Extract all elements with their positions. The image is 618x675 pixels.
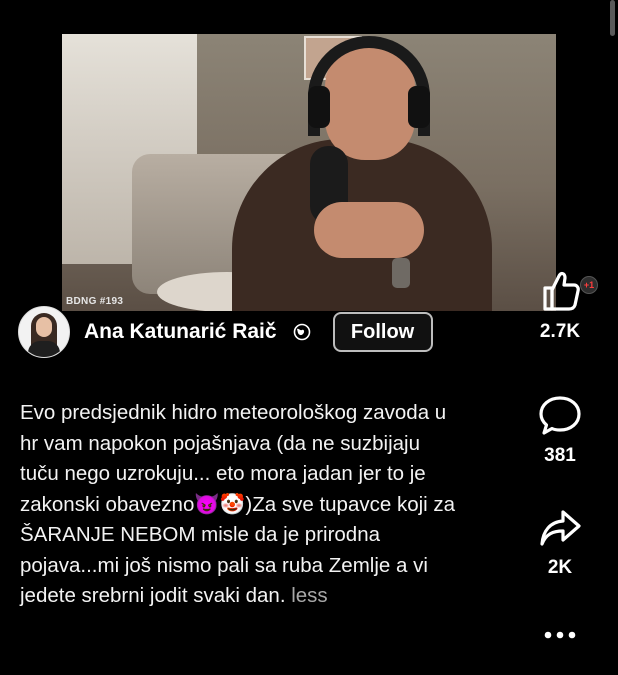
thumbs-up-icon[interactable] bbox=[537, 268, 583, 314]
avatar-shirt bbox=[28, 341, 60, 357]
video-ear-cup-left bbox=[308, 86, 330, 128]
author-name[interactable]: Ana Katunarić Raič bbox=[84, 320, 277, 344]
more-action[interactable] bbox=[522, 628, 598, 647]
video-arm bbox=[314, 202, 424, 258]
more-dots-icon[interactable] bbox=[540, 628, 580, 642]
share-arrow-icon[interactable] bbox=[537, 506, 583, 550]
like-action[interactable]: +1 2.7K bbox=[522, 268, 598, 343]
share-action[interactable]: 2K bbox=[522, 506, 598, 579]
comment-action[interactable]: 381 bbox=[522, 394, 598, 467]
author-row: Ana Katunarić Raič Follow bbox=[18, 303, 433, 361]
post-caption: Evo predsjednik hidro meteorološkog zavo… bbox=[20, 398, 460, 612]
less-link[interactable]: less bbox=[291, 584, 327, 607]
video-watch bbox=[392, 258, 410, 288]
caption-text: Evo predsjednik hidro meteorološkog zavo… bbox=[20, 401, 456, 607]
avatar-face bbox=[36, 317, 52, 337]
like-count: 2.7K bbox=[539, 321, 581, 342]
video-player[interactable] bbox=[62, 34, 556, 311]
comment-count: 381 bbox=[544, 445, 576, 466]
globe-icon bbox=[293, 323, 311, 341]
share-count: 2K bbox=[547, 557, 573, 578]
avatar[interactable] bbox=[18, 306, 70, 358]
scrollbar[interactable] bbox=[610, 0, 615, 36]
video-ear-cup-right bbox=[408, 86, 430, 128]
like-badge: +1 bbox=[580, 276, 598, 294]
comment-bubble-icon[interactable] bbox=[537, 394, 583, 438]
follow-button[interactable]: Follow bbox=[332, 312, 433, 352]
